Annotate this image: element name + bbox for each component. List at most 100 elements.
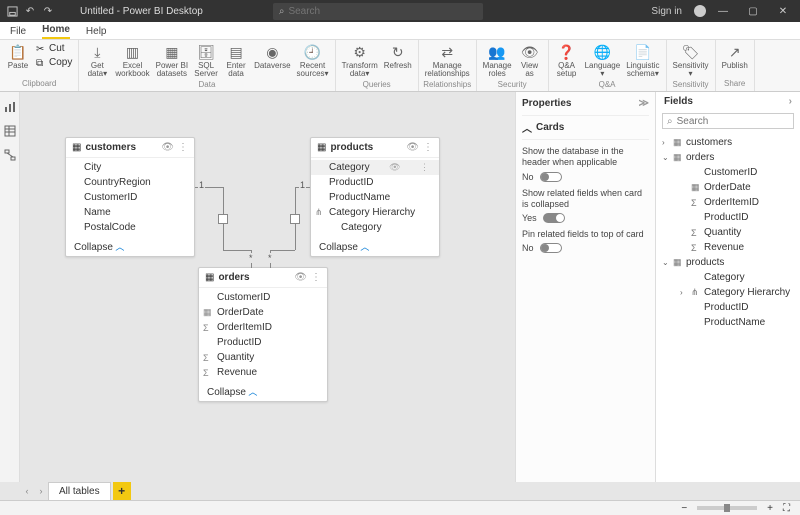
- relationship-line[interactable]: [223, 250, 251, 251]
- undo-icon[interactable]: ↶: [24, 5, 36, 17]
- properties-section-cards[interactable]: ︿Cards: [522, 115, 649, 140]
- visibility-icon[interactable]: 👁: [406, 142, 419, 153]
- save-icon[interactable]: [6, 5, 18, 17]
- relationship-filter-icon[interactable]: [218, 214, 228, 224]
- fields-search[interactable]: ⌕: [662, 113, 794, 129]
- collapse-link[interactable]: Collapse ︿: [311, 237, 439, 256]
- fields-field[interactable]: ProductID: [658, 300, 798, 315]
- field-row[interactable]: PostalCode: [66, 220, 194, 235]
- table-card-products[interactable]: ▦products👁⋮ Category👁⋮ProductIDProductNa…: [310, 137, 440, 257]
- ribbon-recent[interactable]: 🕘Recent sources▾: [295, 42, 331, 80]
- model-view-icon[interactable]: [3, 148, 17, 162]
- fields-field[interactable]: ΣOrderItemID: [658, 195, 798, 210]
- ribbon-publish[interactable]: ↗Publish: [720, 42, 750, 79]
- visibility-icon[interactable]: 👁: [161, 142, 174, 153]
- zoom-slider[interactable]: [697, 506, 757, 510]
- close-button[interactable]: ✕: [770, 0, 796, 22]
- ribbon-sql[interactable]: 🗄SQL Server: [192, 42, 220, 80]
- ribbon-view[interactable]: 👁View as: [516, 42, 544, 80]
- ribbon-manage[interactable]: 👥Manage roles: [481, 42, 514, 80]
- fields-field[interactable]: ProductID: [658, 210, 798, 225]
- sign-in-link[interactable]: Sign in: [651, 6, 682, 17]
- copy-button[interactable]: ⧉Copy: [34, 56, 74, 69]
- ribbon-linguistic[interactable]: 📄Linguistic schema▾: [624, 42, 661, 80]
- field-row[interactable]: CustomerID: [199, 290, 327, 305]
- tab-nav-prev[interactable]: ‹: [20, 486, 34, 496]
- ribbon-sensitivity[interactable]: 🏷Sensitivity ▾: [671, 42, 711, 80]
- fields-table-products[interactable]: ⌄▦products: [658, 255, 798, 270]
- ribbon-q-a[interactable]: ❓Q&A setup: [553, 42, 581, 80]
- toggle-database-header[interactable]: [540, 172, 562, 182]
- more-icon[interactable]: ⋮: [178, 142, 188, 153]
- field-row[interactable]: ⋔Category Hierarchy: [311, 205, 439, 220]
- avatar-icon[interactable]: [694, 5, 706, 17]
- ribbon-power-bi[interactable]: ▦Power BI datasets: [154, 42, 190, 80]
- fields-field[interactable]: ΣRevenue: [658, 240, 798, 255]
- paste-button[interactable]: 📋Paste: [4, 42, 32, 79]
- collapse-link[interactable]: Collapse ︿: [66, 237, 194, 256]
- cut-button[interactable]: ✂Cut: [34, 42, 74, 55]
- tab-home[interactable]: Home: [42, 22, 70, 39]
- toggle-pin-fields[interactable]: [540, 243, 562, 253]
- tab-file[interactable]: File: [10, 24, 26, 39]
- diagram-tab[interactable]: All tables: [48, 482, 111, 501]
- field-row[interactable]: ProductID: [311, 175, 439, 190]
- field-row[interactable]: ▦OrderDate: [199, 305, 327, 320]
- minimize-button[interactable]: ―: [710, 0, 736, 22]
- visibility-icon[interactable]: 👁: [389, 162, 400, 173]
- add-diagram-tab[interactable]: +: [113, 482, 131, 500]
- field-row[interactable]: ΣQuantity: [199, 350, 327, 365]
- ribbon-language[interactable]: 🌐Language ▾: [583, 42, 623, 80]
- fields-search-input[interactable]: [677, 116, 789, 127]
- report-view-icon[interactable]: [3, 100, 17, 114]
- fields-hierarchy[interactable]: ›⋔Category Hierarchy: [658, 285, 798, 300]
- ribbon-refresh[interactable]: ↻Refresh: [382, 42, 414, 80]
- ribbon-excel[interactable]: ▥Excel workbook: [113, 42, 151, 80]
- fields-field[interactable]: ProductName: [658, 315, 798, 330]
- ribbon-transform[interactable]: ⚙Transform data▾: [340, 42, 380, 80]
- field-row[interactable]: CustomerID: [66, 190, 194, 205]
- ribbon-enter[interactable]: ▤Enter data: [222, 42, 250, 80]
- collapse-link[interactable]: Collapse ︿: [199, 382, 327, 401]
- fields-field[interactable]: Category: [658, 270, 798, 285]
- tab-help[interactable]: Help: [86, 24, 107, 39]
- relationship-line[interactable]: [270, 250, 295, 251]
- fields-field[interactable]: ΣQuantity: [658, 225, 798, 240]
- field-row[interactable]: Name: [66, 205, 194, 220]
- fields-table-orders[interactable]: ⌄▦orders: [658, 150, 798, 165]
- tab-nav-next[interactable]: ›: [34, 486, 48, 496]
- field-row[interactable]: ProductName: [311, 190, 439, 205]
- field-row[interactable]: City: [66, 160, 194, 175]
- field-row[interactable]: ΣRevenue: [199, 365, 327, 380]
- table-card-customers[interactable]: ▦customers👁⋮ CityCountryRegionCustomerID…: [65, 137, 195, 257]
- ribbon-dataverse[interactable]: ◉Dataverse: [252, 42, 292, 80]
- data-view-icon[interactable]: [3, 124, 17, 138]
- table-card-orders[interactable]: ▦orders👁⋮ CustomerID▦OrderDateΣOrderItem…: [198, 267, 328, 402]
- titlebar-search[interactable]: ⌕: [273, 3, 483, 20]
- field-row[interactable]: Category: [311, 220, 439, 235]
- redo-icon[interactable]: ↷: [42, 5, 54, 17]
- fit-to-screen-icon[interactable]: ⛶: [783, 503, 790, 514]
- field-row[interactable]: ProductID: [199, 335, 327, 350]
- toggle-related-fields[interactable]: [543, 213, 565, 223]
- expand-pane-icon[interactable]: ›: [789, 96, 792, 107]
- ribbon-get[interactable]: ⤓Get data▾: [83, 42, 111, 80]
- collapse-pane-icon[interactable]: ≫: [639, 98, 649, 109]
- more-icon[interactable]: ⋮: [311, 272, 321, 283]
- more-icon[interactable]: ⋮: [420, 162, 429, 173]
- model-canvas[interactable]: ▦customers👁⋮ CityCountryRegionCustomerID…: [20, 92, 515, 482]
- field-row[interactable]: CountryRegion: [66, 175, 194, 190]
- maximize-button[interactable]: ▢: [740, 0, 766, 22]
- field-row[interactable]: ΣOrderItemID: [199, 320, 327, 335]
- field-row[interactable]: Category👁⋮: [311, 160, 439, 175]
- zoom-in-button[interactable]: +: [767, 503, 773, 514]
- visibility-icon[interactable]: 👁: [294, 272, 307, 283]
- fields-field[interactable]: ▦OrderDate: [658, 180, 798, 195]
- zoom-out-button[interactable]: −: [681, 503, 687, 514]
- more-icon[interactable]: ⋮: [423, 142, 433, 153]
- titlebar-search-input[interactable]: [288, 6, 476, 17]
- fields-field[interactable]: CustomerID: [658, 165, 798, 180]
- relationship-filter-icon[interactable]: [290, 214, 300, 224]
- ribbon-manage[interactable]: ⇄Manage relationships: [423, 42, 472, 80]
- fields-table-customers[interactable]: ›▦customers: [658, 135, 798, 150]
